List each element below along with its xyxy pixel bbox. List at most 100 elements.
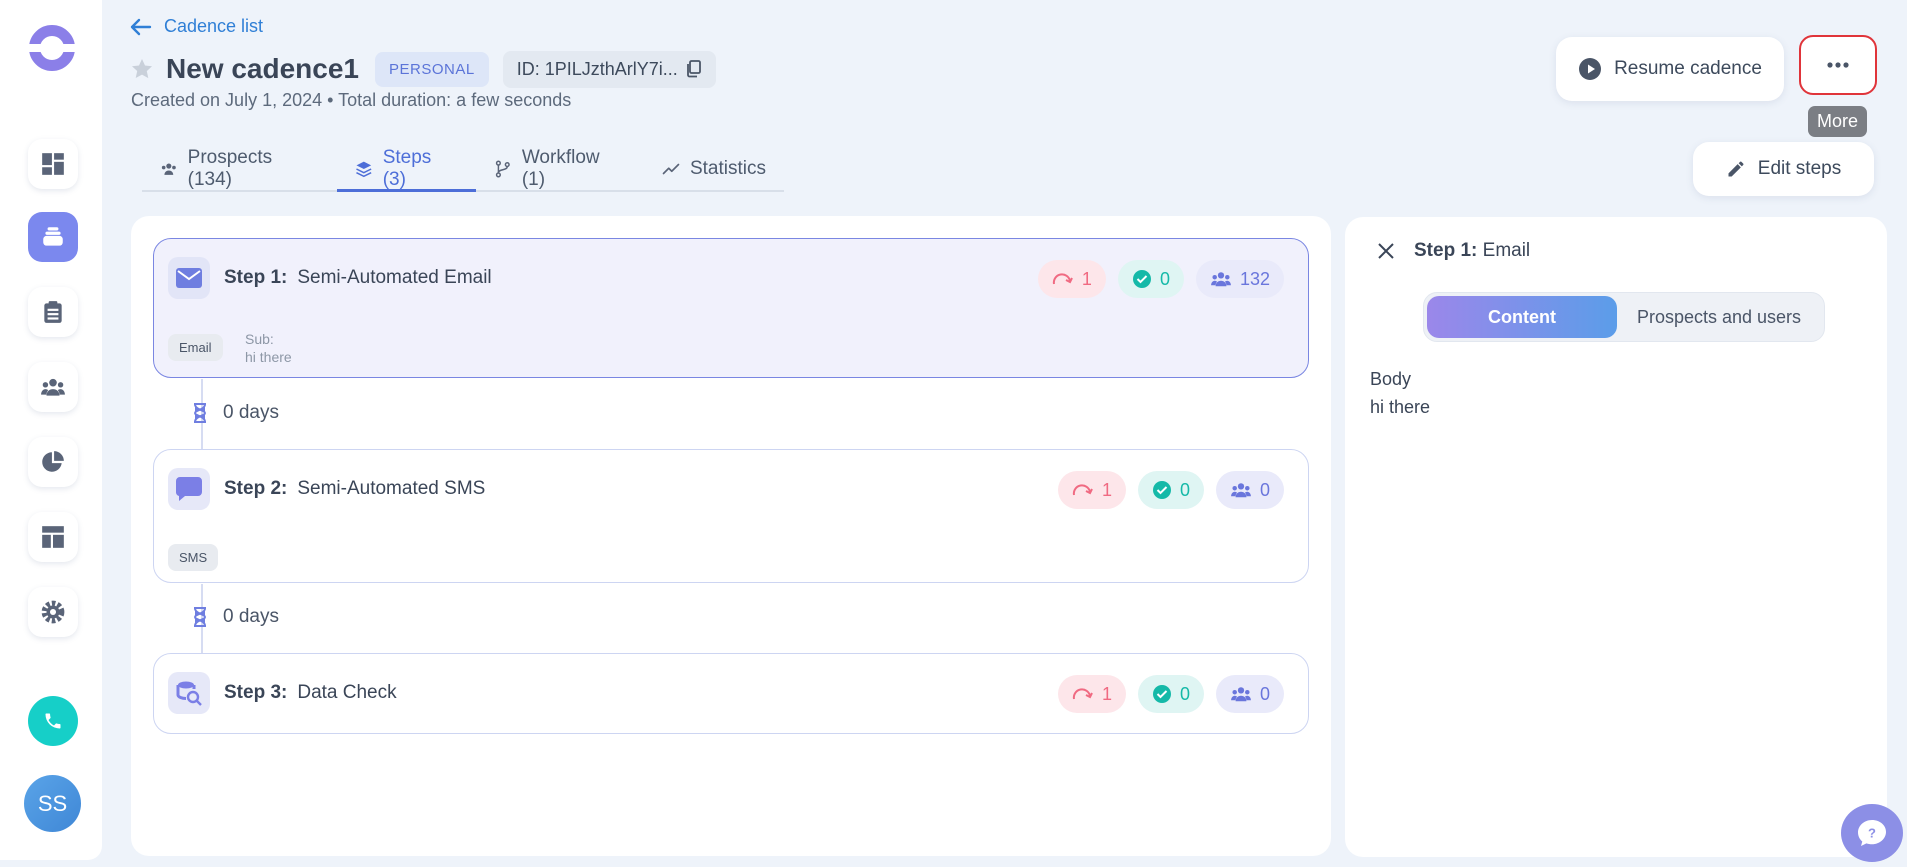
step-detail-title: Step 1: Email xyxy=(1414,240,1531,261)
completed-count: 0 xyxy=(1137,675,1204,713)
step-detail-header: Step 1: Email xyxy=(1378,240,1530,262)
body-label: Body xyxy=(1370,369,1412,389)
users-icon xyxy=(1231,687,1251,702)
email-icon xyxy=(168,257,210,299)
cadence-meta: Created on July 1, 2024 • Total duration… xyxy=(131,90,572,110)
wait-delay-2: 0 days xyxy=(193,606,279,628)
redo-arrow-icon xyxy=(1052,273,1073,285)
body-text: hi there xyxy=(1370,397,1431,417)
segment-prospects-and-users[interactable]: Prospects and users xyxy=(1617,296,1821,338)
hourglass-icon xyxy=(193,403,207,423)
phone-icon xyxy=(45,713,61,729)
check-circle-icon xyxy=(1152,685,1171,703)
help-chat-button[interactable]: ? xyxy=(1841,804,1903,862)
layers-icon xyxy=(356,161,372,177)
app-logo xyxy=(26,25,78,71)
cadences-nav-button[interactable] xyxy=(28,212,78,262)
play-circle-icon xyxy=(1579,58,1602,80)
people-icon xyxy=(41,378,65,396)
tasks-nav-button[interactable] xyxy=(28,287,78,337)
edit-steps-button[interactable]: Edit steps xyxy=(1693,142,1874,196)
hourglass-icon xyxy=(193,607,207,627)
cadence-stack-icon xyxy=(43,227,63,246)
resume-cadence-label: Resume cadence xyxy=(1614,58,1762,79)
tab-label: Prospects (134) xyxy=(187,147,273,190)
star-icon[interactable] xyxy=(130,57,154,81)
layout-icon xyxy=(42,526,64,548)
prospects-count: 0 xyxy=(1215,471,1284,509)
workflow-icon xyxy=(496,160,511,178)
replied-count: 1 xyxy=(1057,471,1126,509)
user-avatar[interactable]: SS xyxy=(24,775,81,832)
more-tooltip: More xyxy=(1808,106,1868,137)
tab-workflow[interactable]: Workflow (1) xyxy=(476,147,644,190)
cadence-id-chip: ID: 1PILJzthArlY7i... xyxy=(502,50,716,88)
replied-count: 1 xyxy=(1037,260,1106,298)
step-card-1[interactable]: Step 1: Semi-Automated Email 1 0 132 Emai… xyxy=(153,238,1309,378)
dashboard-nav-button[interactable] xyxy=(28,139,78,189)
redo-arrow-icon xyxy=(1072,688,1093,700)
edit-steps-label: Edit steps xyxy=(1757,158,1842,179)
cadence-id-label: ID: 1PILJzthArlY7i... xyxy=(516,58,678,79)
trend-icon xyxy=(662,163,680,175)
tab-label: Steps (3) xyxy=(382,146,432,190)
phone-button[interactable] xyxy=(28,696,78,746)
tab-steps[interactable]: Steps (3) xyxy=(337,146,477,192)
data-check-icon xyxy=(168,672,210,714)
more-dots-icon xyxy=(1827,62,1849,68)
tab-statistics[interactable]: Statistics xyxy=(644,148,784,190)
more-button[interactable] xyxy=(1799,35,1877,95)
completed-count: 0 xyxy=(1117,260,1184,298)
check-circle-icon xyxy=(1132,270,1151,288)
redo-arrow-icon xyxy=(1072,484,1093,496)
steps-panel: Step 1: Semi-Automated Email 1 0 132 Emai… xyxy=(131,216,1331,856)
gear-icon xyxy=(41,600,65,624)
close-icon[interactable] xyxy=(1378,243,1394,259)
tab-label: Statistics xyxy=(689,158,766,179)
back-to-cadence-list-link[interactable]: Cadence list xyxy=(130,16,263,37)
email-subject: Sub: hi there xyxy=(245,331,292,365)
step-card-2[interactable]: Step 2: Semi-Automated SMS 1 0 0 SMS xyxy=(153,449,1309,583)
sms-icon xyxy=(168,468,210,510)
completed-count: 0 xyxy=(1137,471,1204,509)
help-chat-icon: ? xyxy=(1858,820,1886,846)
step-type-tag: Email xyxy=(168,334,223,361)
wait-delay-1: 0 days xyxy=(193,402,279,424)
sidebar: SS xyxy=(0,0,102,860)
users-icon xyxy=(161,163,176,175)
step-title: Step 3: Data Check xyxy=(224,682,397,703)
clipboard-icon xyxy=(44,301,62,323)
templates-nav-button[interactable] xyxy=(28,512,78,562)
svg-text:?: ? xyxy=(1868,826,1876,841)
step-title: Step 2: Semi-Automated SMS xyxy=(224,478,486,499)
people-nav-button[interactable] xyxy=(28,362,78,412)
step-type-tag: SMS xyxy=(168,544,219,571)
back-link-label: Cadence list xyxy=(164,16,264,36)
step-title: Step 1: Semi-Automated Email xyxy=(224,267,492,288)
step-card-3[interactable]: Step 3: Data Check 1 0 0 xyxy=(153,653,1309,734)
step-stats: 1 0 0 xyxy=(1057,471,1284,509)
settings-nav-button[interactable] xyxy=(28,587,78,637)
segment-content[interactable]: Content xyxy=(1427,296,1617,338)
cadence-title: New cadence1 xyxy=(166,53,359,84)
prospects-count: 132 xyxy=(1195,260,1284,298)
users-icon xyxy=(1211,272,1231,287)
check-circle-icon xyxy=(1152,481,1171,499)
dashboard-icon xyxy=(42,153,64,175)
users-icon xyxy=(1231,483,1251,498)
copy-icon[interactable] xyxy=(686,60,702,78)
pie-chart-icon xyxy=(42,451,64,472)
step-stats: 1 0 0 xyxy=(1057,675,1284,713)
pencil-icon xyxy=(1728,161,1744,177)
resume-cadence-button[interactable]: Resume cadence xyxy=(1556,37,1784,101)
detail-segmented-control: Content Prospects and users xyxy=(1423,292,1825,342)
step-detail-panel: Step 1: Email Content Prospects and user… xyxy=(1345,217,1887,857)
cadence-tabs: Prospects (134) Steps (3) Workflow (1) S… xyxy=(142,146,784,192)
personal-badge: PERSONAL xyxy=(375,51,489,87)
reports-nav-button[interactable] xyxy=(28,437,78,487)
title-row: New cadence1 PERSONAL ID: 1PILJzthArlY7i… xyxy=(130,50,716,88)
tab-prospects[interactable]: Prospects (134) xyxy=(142,147,337,190)
replied-count: 1 xyxy=(1057,675,1126,713)
step-stats: 1 0 132 xyxy=(1037,260,1284,298)
prospects-count: 0 xyxy=(1215,675,1284,713)
